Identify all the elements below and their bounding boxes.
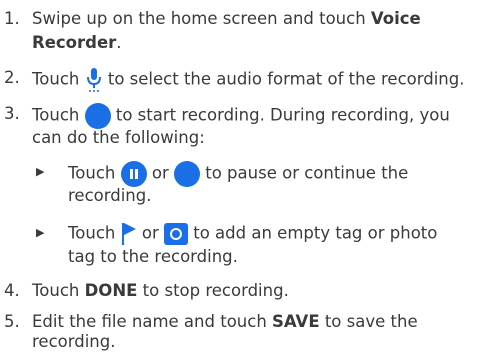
step-number-3: 3.	[4, 104, 20, 123]
step-number-5: 5.	[4, 312, 20, 331]
sub-2-line-2: tag to the recording.	[68, 247, 238, 266]
step-3-touch: Touch	[32, 105, 80, 125]
sub-2-touch: Touch	[68, 223, 116, 243]
step-5-line-2: recording.	[32, 332, 116, 351]
step-5-text: Edit the file name and touch	[32, 312, 273, 331]
voice-label: Voice	[370, 9, 421, 28]
step-4-text: to stop recording.	[137, 281, 289, 300]
pause-icon	[120, 161, 147, 187]
microphone-icon	[85, 67, 103, 93]
step-1-line-2: Recorder.	[32, 32, 122, 54]
sub-1-touch: Touch	[68, 163, 116, 183]
sub-2-line-1: Touch or to add an empty tag or photo	[68, 222, 437, 246]
step-5-line-1: Edit the file name and touch SAVE to sav…	[32, 311, 418, 333]
step-4-touch: Touch	[32, 281, 85, 300]
step-2-text: to select the audio format of the record…	[107, 69, 465, 89]
sub-1-text: to pause or continue the	[205, 163, 409, 183]
sub-1-line-1: Touch or to pause or continue the	[68, 161, 408, 187]
sub-2-or: or	[141, 223, 159, 243]
step-5-text-2: to save the	[319, 312, 418, 331]
step-1-line-1: Swipe up on the home screen and touch Vo…	[32, 8, 421, 30]
flag-icon	[121, 222, 137, 246]
recorder-label: Recorder	[32, 33, 117, 52]
sub-1-or: or	[151, 163, 169, 183]
bullet-marker-1: ▶	[36, 165, 45, 178]
step-3-text: to start recording. During recording, yo…	[115, 105, 450, 125]
step-1-text: Swipe up on the home screen and touch	[32, 9, 371, 28]
step-number-2: 2.	[4, 68, 20, 87]
continue-record-icon	[174, 161, 200, 187]
step-4-line: Touch DONE to stop recording.	[32, 280, 289, 302]
step-number-1: 1.	[4, 9, 20, 28]
step-3-line-2: can do the following:	[32, 128, 205, 147]
done-label: DONE	[84, 281, 138, 300]
sub-1-line-2: recording.	[68, 186, 152, 205]
save-label: SAVE	[272, 312, 320, 331]
step-2-line: Touch to select the audio format of the …	[32, 67, 464, 93]
bullet-marker-2: ▶	[36, 226, 45, 239]
camera-icon	[164, 223, 188, 245]
step-2-touch: Touch	[32, 69, 80, 89]
record-button-icon	[84, 103, 111, 129]
sub-2-text: to add an empty tag or photo	[193, 223, 438, 243]
step-1-period: .	[116, 33, 122, 52]
step-number-4: 4.	[4, 281, 20, 300]
step-3-line-1: Touch to start recording. During recordi…	[32, 103, 450, 129]
